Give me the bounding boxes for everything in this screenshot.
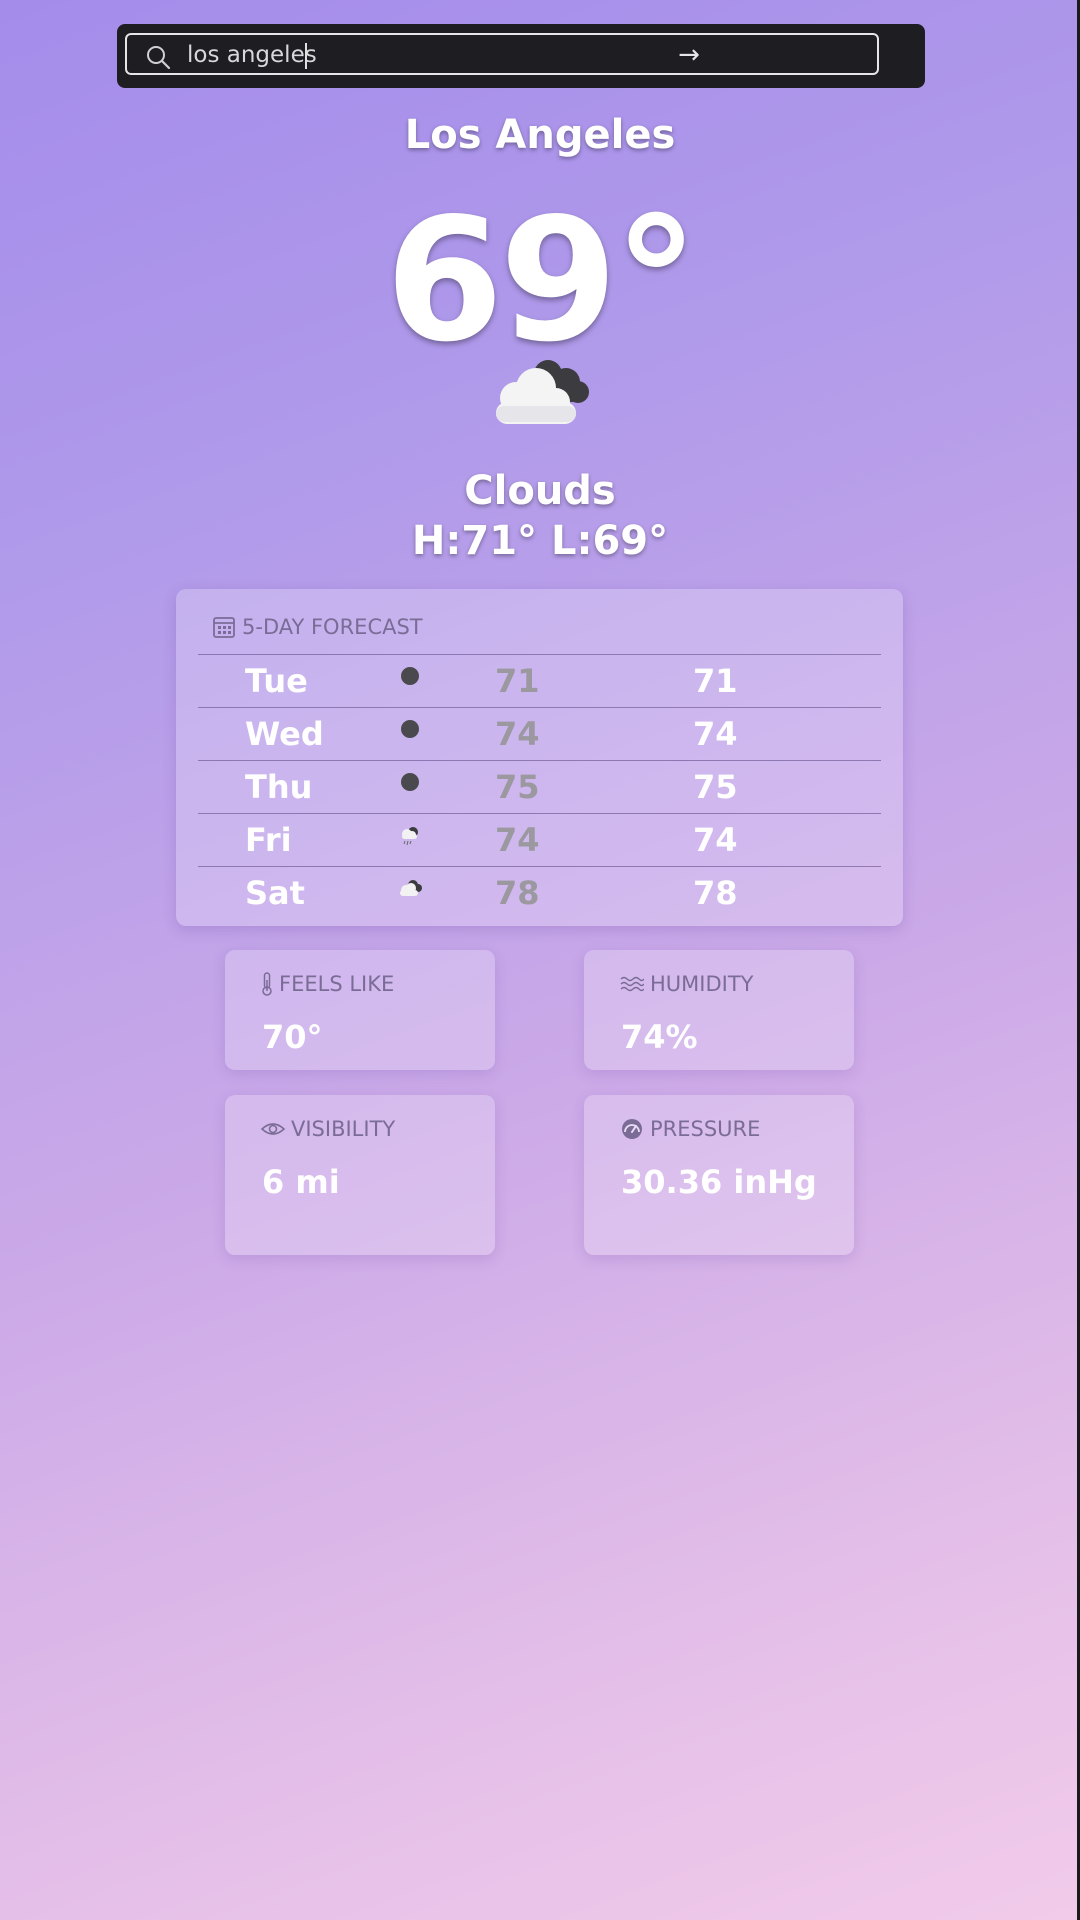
feels-like-card: FEELS LIKE 70° [225,950,495,1070]
dark-circle-icon [401,667,419,685]
search-submit-button[interactable]: → [669,40,709,70]
visibility-card: VISIBILITY 6 mi [225,1095,495,1255]
humidity-label: HUMIDITY [620,972,754,996]
dark-circle-icon [401,773,419,791]
forecast-high: 75 [693,768,738,806]
text-cursor [305,43,307,69]
gauge-icon [622,1119,642,1139]
forecast-high: 71 [693,662,738,700]
forecast-row: Fri 74 74 [198,813,881,867]
forecast-day: Sat [245,874,305,912]
forecast-day: Thu [245,768,313,806]
forecast-high: 74 [693,715,738,753]
humidity-value: 74% [621,1018,698,1056]
humidity-waves-icon [620,976,644,992]
forecast-header: 5-DAY FORECAST [212,613,423,641]
feels-like-label: FEELS LIKE [261,972,394,996]
city-name: Los Angeles [404,112,676,158]
forecast-row: Sat 78 78 [198,866,881,920]
weather-condition: Clouds [464,468,616,514]
high-low: H:71° L:69° [411,518,669,564]
rain-cloud-icon [402,827,418,846]
pressure-value: 30.36 inHg [621,1163,817,1201]
forecast-row: Wed 74 74 [198,707,881,761]
forecast-high: 78 [693,874,738,912]
current-temperature: 69° [385,182,699,380]
forecast-low: 74 [495,821,540,859]
forecast-row: Tue 71 71 [198,654,881,708]
search-input[interactable] [187,38,747,72]
clouds-icon [496,360,589,424]
search-field[interactable]: → [125,33,879,75]
dark-circle-icon [401,720,419,738]
feels-like-value: 70° [262,1018,323,1056]
forecast-card: 5-DAY FORECAST Tue 71 71 Wed 74 74 Thu 7… [176,589,903,926]
eye-icon [261,1123,285,1135]
forecast-low: 74 [495,715,540,753]
pressure-card: PRESSURE 30.36 inHg [584,1095,854,1255]
visibility-label: VISIBILITY [261,1117,395,1141]
pressure-label: PRESSURE [620,1117,760,1141]
calendar-icon [213,617,235,638]
forecast-low: 75 [495,768,540,806]
search-icon [147,46,171,70]
clouds-icon [400,880,422,896]
visibility-value: 6 mi [262,1163,340,1201]
forecast-title: 5-DAY FORECAST [242,615,423,639]
forecast-day: Fri [245,821,292,859]
forecast-day: Wed [245,715,324,753]
forecast-row: Thu 75 75 [198,760,881,814]
forecast-low: 71 [495,662,540,700]
forecast-low: 78 [495,874,540,912]
thermometer-icon [262,972,272,996]
search-bar: → [117,24,925,88]
humidity-card: HUMIDITY 74% [584,950,854,1070]
forecast-day: Tue [245,662,308,700]
forecast-high: 74 [693,821,738,859]
